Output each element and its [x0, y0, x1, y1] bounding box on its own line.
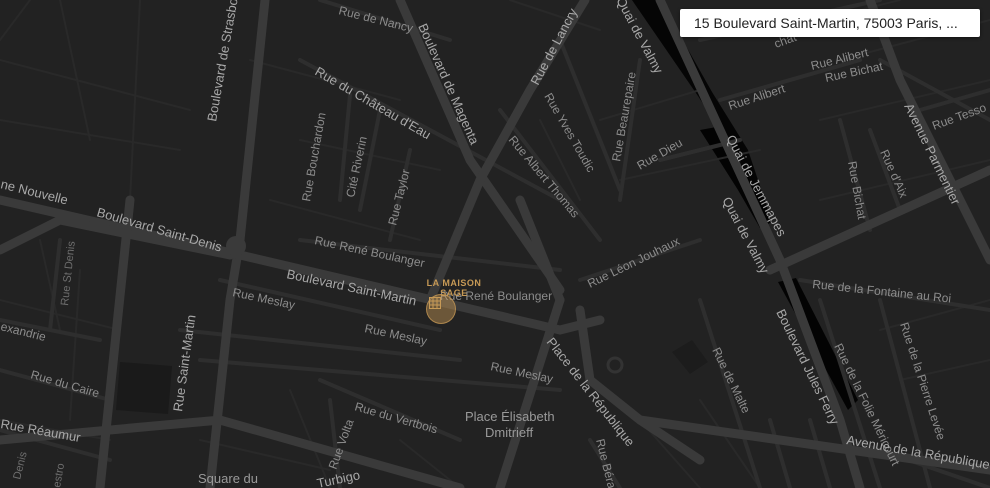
city-block [672, 340, 708, 374]
street-label: Rue Yves Toudic [541, 91, 598, 175]
street-label: Rue du Vertbois [353, 399, 439, 436]
marker-pin[interactable] [426, 294, 456, 324]
street-label: Place de la République [544, 335, 638, 450]
street-label: Rue Béra [593, 437, 619, 488]
map-canvas[interactable]: Rue de Nancy Boulevard de Strasbourg Bou… [0, 0, 990, 488]
location-marker[interactable]: LA MAISON SAGE [414, 278, 494, 328]
marker-label: LA MAISON SAGE [426, 278, 482, 298]
street-label: Denis [11, 450, 30, 481]
street-label: Rue Volta [326, 417, 357, 471]
roundabout [606, 356, 624, 374]
place-label: Square du [198, 471, 258, 486]
street-label: Rue Léon Jouhaux [585, 234, 682, 291]
place-label: Place Élisabeth [465, 409, 555, 424]
street-label: Rue St Denis [59, 240, 78, 306]
street-label: Rue du Château d'Eau [313, 64, 434, 143]
city-block [116, 362, 172, 414]
street-label: Rue Alibert [727, 81, 788, 113]
street-label: estro [51, 462, 67, 488]
map-layer: Rue de Nancy Boulevard de Strasbourg Bou… [0, 0, 990, 488]
street-label: Rue du Caire [29, 367, 101, 400]
street-label: Boulevard Saint-Martin [285, 266, 417, 308]
address-text: 15 Boulevard Saint-Martin, 75003 Paris, … [694, 15, 958, 31]
street-label: Rue de la Pierre Levée [897, 321, 948, 442]
street-label: Rue Bichat [845, 160, 869, 221]
street-label: Rue Saint-Martin [170, 314, 198, 413]
address-search-input[interactable]: 15 Boulevard Saint-Martin, 75003 Paris, … [680, 9, 980, 37]
place-label: Dmitrieff [485, 425, 534, 440]
street-label: Rue de Malte [709, 345, 753, 416]
street-label: Boulevard de Strasbourg [204, 0, 244, 123]
street-label: Rue Bouchardon [299, 111, 328, 202]
junction [226, 236, 246, 256]
street-label: Rue Taylor [385, 168, 412, 227]
building-icon [429, 297, 441, 309]
